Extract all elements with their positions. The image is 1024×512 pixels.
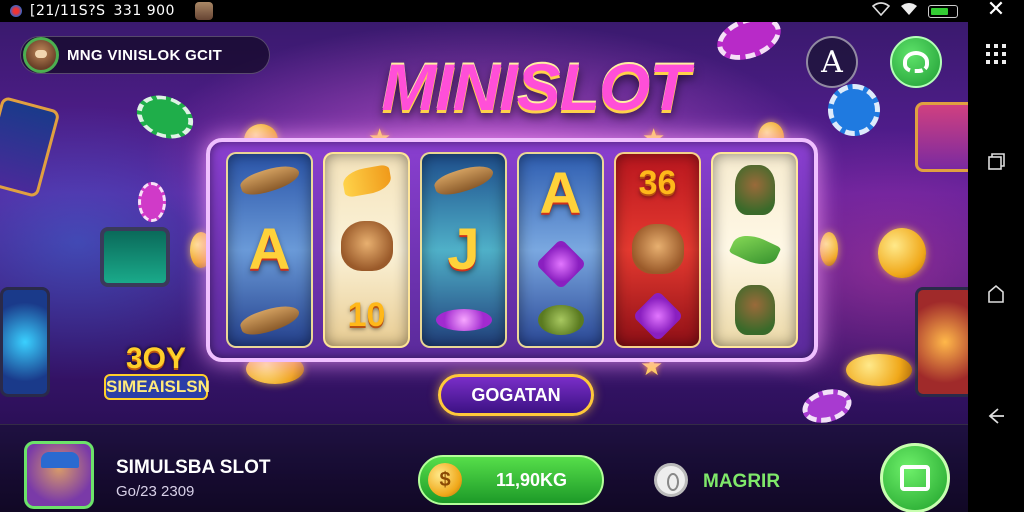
bottom-bar: SIMULSBA SLOT Go/23 2309 $ 11,90KG MAGRI… bbox=[0, 424, 968, 512]
chip-symbol-icon bbox=[435, 309, 492, 331]
coin-icon bbox=[878, 228, 926, 278]
animal-symbol-icon bbox=[631, 224, 684, 274]
gem-symbol-icon bbox=[632, 290, 683, 342]
home-icon[interactable] bbox=[985, 284, 1007, 306]
app-notification-icon bbox=[10, 5, 22, 17]
brand-logo: 3OY SIMEAISLSN bbox=[104, 342, 210, 410]
reels-frame: A 10 J A 36 bbox=[206, 138, 818, 362]
reel-4: A bbox=[517, 152, 604, 348]
player-avatar[interactable] bbox=[24, 441, 94, 509]
battery-icon bbox=[928, 4, 958, 18]
reels: A 10 J A 36 bbox=[226, 152, 798, 348]
status-bar: [21/11S?S 331 900 bbox=[0, 0, 968, 22]
coin-icon bbox=[820, 232, 838, 266]
nav-rail: ✕ bbox=[968, 0, 1024, 512]
leaf-symbol-icon bbox=[728, 228, 781, 272]
poker-chip-purple-bottom bbox=[798, 384, 856, 428]
hotdog-symbol-icon bbox=[237, 160, 302, 200]
reel-3: J bbox=[420, 152, 507, 348]
game-title: MINISLOT bbox=[381, 50, 689, 124]
reel-1: A bbox=[226, 152, 313, 348]
dollar-coin-icon: $ bbox=[428, 463, 462, 497]
balance-amount: 11,90KG bbox=[496, 469, 568, 490]
logo-top-text: 3OY bbox=[125, 342, 187, 375]
reel-5: 36 bbox=[614, 152, 701, 348]
bg-slot-machine-left bbox=[0, 95, 61, 199]
reel-symbol-text: J bbox=[447, 217, 480, 282]
poker-chip-pink-left bbox=[138, 182, 166, 222]
coin-icon bbox=[846, 354, 912, 386]
balance-button[interactable]: $ 11,90KG bbox=[418, 455, 604, 505]
char-symbol-icon bbox=[734, 285, 775, 335]
reel-symbol-text: 10 bbox=[347, 296, 386, 335]
close-icon[interactable]: ✕ bbox=[987, 0, 1005, 22]
reel-2: 10 bbox=[323, 152, 410, 348]
bg-arcade-screen-left bbox=[100, 227, 170, 287]
animal-symbol-icon bbox=[340, 220, 393, 271]
back-icon[interactable] bbox=[985, 406, 1007, 428]
font-style-button[interactable]: A bbox=[806, 36, 858, 88]
avatar bbox=[23, 37, 59, 73]
recents-icon[interactable] bbox=[985, 152, 1007, 174]
turtle-symbol-icon bbox=[537, 304, 584, 335]
bg-arcade-machine-right bbox=[915, 287, 968, 397]
status-carrier-text: [21/11S?S bbox=[30, 3, 106, 19]
hotdog-symbol-icon bbox=[431, 160, 496, 200]
player-name: SIMULSBA SLOT bbox=[116, 457, 271, 478]
app-thumbnail-icon bbox=[194, 2, 213, 20]
fullscreen-button[interactable] bbox=[880, 443, 950, 512]
logo-bottom-text: SIMEAISLSN bbox=[104, 374, 210, 400]
gem-symbol-icon bbox=[535, 238, 586, 290]
game-screen: MNG VINISLOK GCIT MINISLOT A ★ ★ ★ ★ A10… bbox=[0, 22, 968, 512]
magrir-label[interactable]: MAGRIR bbox=[703, 471, 780, 493]
status-icons bbox=[871, 2, 958, 20]
poker-chip-blue bbox=[828, 84, 880, 136]
fish-symbol-icon bbox=[340, 163, 393, 198]
fullscreen-icon bbox=[900, 465, 930, 491]
wifi-alt-icon bbox=[871, 2, 891, 20]
player-subtitle: Go/23 2309 bbox=[116, 483, 195, 500]
reel-6 bbox=[711, 152, 798, 348]
reel-symbol-text: A bbox=[248, 217, 291, 282]
grid-dots-icon[interactable] bbox=[986, 44, 1006, 64]
char-symbol-icon bbox=[734, 165, 775, 215]
hotdog-symbol-icon bbox=[237, 300, 302, 340]
refresh-icon bbox=[903, 51, 929, 73]
reel-symbol-text: 36 bbox=[638, 164, 677, 202]
game-menu-button[interactable] bbox=[890, 36, 942, 88]
font-a-icon: A bbox=[821, 44, 843, 80]
info-bubble-icon[interactable] bbox=[654, 463, 688, 497]
profile-chip[interactable]: MNG VINISLOK GCIT bbox=[20, 36, 270, 74]
status-number-text: 331 900 bbox=[113, 3, 175, 19]
reel-symbol-text: A bbox=[539, 161, 582, 227]
spin-button[interactable]: GOGATAN bbox=[438, 374, 594, 416]
wifi-icon bbox=[900, 2, 918, 20]
poker-chip-purple-top bbox=[711, 22, 787, 69]
bg-slot-machine-right bbox=[915, 102, 968, 172]
profile-name: MNG VINISLOK GCIT bbox=[67, 46, 223, 64]
bg-arcade-machine-left bbox=[0, 287, 50, 397]
poker-chip-green bbox=[130, 88, 200, 146]
